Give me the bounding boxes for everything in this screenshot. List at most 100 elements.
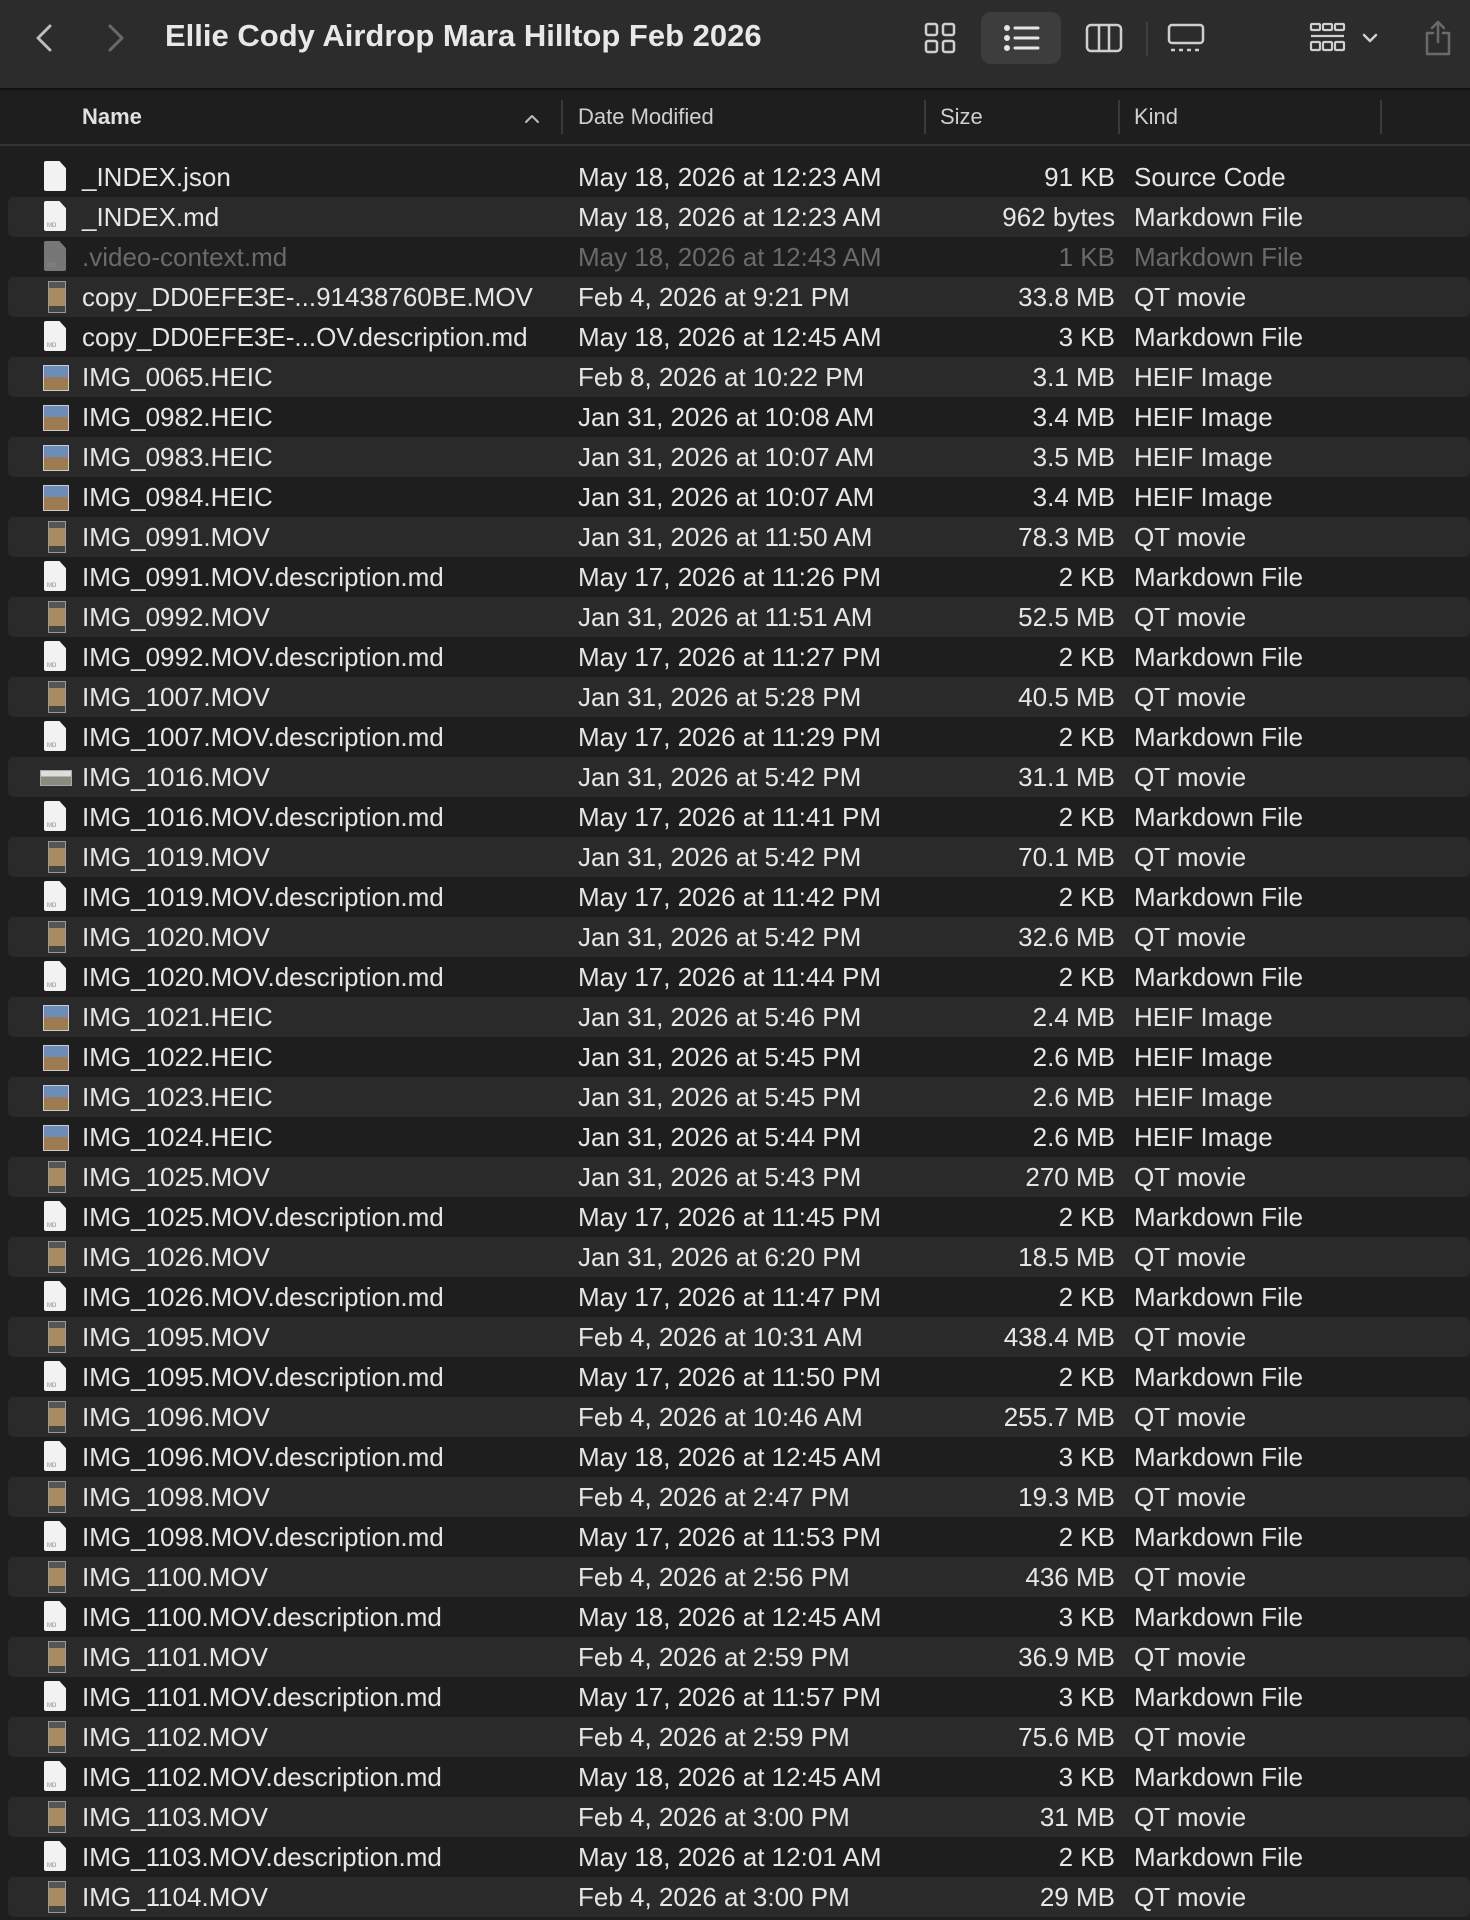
column-divider[interactable] (1118, 100, 1120, 134)
group-icon[interactable] (1306, 0, 1350, 76)
file-size: 270 MB (1025, 1162, 1115, 1192)
column-kind-header[interactable]: Kind (1134, 90, 1178, 144)
file-size: 2 KB (1058, 562, 1115, 592)
file-date-modified: May 17, 2026 at 11:44 PM (578, 962, 882, 992)
column-view-icon[interactable] (1082, 0, 1126, 76)
file-name: IMG_0065.HEIC (82, 362, 273, 392)
file-name: IMG_1025.MOV (82, 1162, 270, 1192)
file-row[interactable]: IMG_1016.MOV Jan 31, 2026 at 5:42 PM 31.1 … (8, 757, 1470, 797)
file-row[interactable]: IMG_1095.MOV Feb 4, 2026 at 10:31 AM 438.4… (8, 1317, 1470, 1357)
column-divider[interactable] (561, 100, 563, 134)
file-row[interactable]: IMG_1007.MOV.description.md May 17, 2026 … (8, 717, 1470, 757)
file-row[interactable]: IMG_1100.MOV.description.md May 18, 2026 … (8, 1597, 1470, 1637)
file-size: 2 KB (1058, 962, 1115, 992)
markdown-icon (44, 1841, 66, 1871)
file-row[interactable]: IMG_1019.MOV.description.md May 17, 2026 … (8, 877, 1470, 917)
file-size: 2.4 MB (1032, 1002, 1115, 1032)
file-row[interactable]: IMG_1007.MOV Jan 31, 2026 at 5:28 PM 40.5 … (8, 677, 1470, 717)
file-kind: HEIF Image (1134, 1122, 1273, 1152)
share-icon[interactable] (1418, 0, 1458, 76)
file-size: 2 KB (1058, 1282, 1115, 1312)
markdown-icon (44, 961, 66, 991)
file-kind: Markdown File (1134, 722, 1304, 752)
file-kind: Markdown File (1134, 1202, 1304, 1232)
file-row[interactable]: IMG_0065.HEIC Feb 8, 2026 at 10:22 PM 3.1 … (8, 357, 1470, 397)
file-kind: Markdown File (1134, 1842, 1304, 1872)
column-divider[interactable] (1380, 100, 1382, 134)
file-row[interactable]: .video-context.md May 18, 2026 at 12:43 A… (8, 237, 1470, 277)
file-kind: QT movie (1134, 922, 1247, 952)
file-name: IMG_1022.HEIC (82, 1042, 273, 1072)
file-row[interactable]: IMG_1095.MOV.description.md May 17, 2026 … (8, 1357, 1470, 1397)
column-size-header[interactable]: Size (940, 90, 983, 144)
file-row[interactable]: IMG_1016.MOV.description.md May 17, 2026 … (8, 797, 1470, 837)
file-row[interactable]: IMG_1021.HEIC Jan 31, 2026 at 5:46 PM 2.4 … (8, 997, 1470, 1037)
file-row[interactable]: IMG_1098.MOV.description.md May 17, 2026 … (8, 1517, 1470, 1557)
file-row[interactable]: IMG_0982.HEIC Jan 31, 2026 at 10:08 AM 3.4… (8, 397, 1470, 437)
window-title: Ellie Cody Airdrop Mara Hilltop Feb 2026 (165, 18, 762, 53)
file-row[interactable]: IMG_0983.HEIC Jan 31, 2026 at 10:07 AM 3.5… (8, 437, 1470, 477)
file-size: 2.6 MB (1032, 1122, 1115, 1152)
video-thumbnail-icon (48, 1801, 66, 1833)
file-row[interactable]: copy_DD0EFE3E-...91438760BE.MOV Feb 4, 20… (8, 277, 1470, 317)
file-kind: Markdown File (1134, 642, 1304, 672)
file-row[interactable]: IMG_1019.MOV Jan 31, 2026 at 5:42 PM 70.1 … (8, 837, 1470, 877)
file-name: IMG_1023.HEIC (82, 1082, 273, 1112)
file-name: IMG_0982.HEIC (82, 402, 273, 432)
file-row[interactable]: IMG_1096.MOV Feb 4, 2026 at 10:46 AM 255.7… (8, 1397, 1470, 1437)
video-thumbnail-icon (48, 1641, 66, 1673)
file-kind: Markdown File (1134, 1602, 1304, 1632)
file-date-modified: Feb 4, 2026 at 10:31 AM (578, 1322, 863, 1352)
file-row[interactable]: IMG_1023.HEIC Jan 31, 2026 at 5:45 PM 2.6 … (8, 1077, 1470, 1117)
file-name: IMG_1007.MOV.description.md (82, 722, 444, 752)
file-row[interactable]: _INDEX.md May 18, 2026 at 12:23 AM 962 byt… (8, 197, 1470, 237)
markdown-icon (44, 1361, 66, 1391)
file-row[interactable]: IMG_0992.MOV Jan 31, 2026 at 11:51 AM 52.5… (8, 597, 1470, 637)
file-row[interactable]: IMG_1102.MOV.description.md May 18, 2026 … (8, 1757, 1470, 1797)
file-row[interactable]: IMG_1104.MOV Feb 4, 2026 at 3:00 PM 29 MB Q… (8, 1877, 1470, 1917)
back-icon[interactable] (22, 0, 66, 76)
file-row[interactable]: IMG_1025.MOV.description.md May 17, 2026 … (8, 1197, 1470, 1237)
file-row[interactable]: copy_DD0EFE3E-...OV.description.md May 18… (8, 317, 1470, 357)
file-row[interactable]: IMG_0991.MOV Jan 31, 2026 at 11:50 AM 78.3… (8, 517, 1470, 557)
file-row[interactable]: IMG_1100.MOV Feb 4, 2026 at 2:56 PM 436 MB… (8, 1557, 1470, 1597)
file-row[interactable]: IMG_1020.MOV.description.md May 17, 2026 … (8, 957, 1470, 997)
file-row[interactable]: IMG_1025.MOV Jan 31, 2026 at 5:43 PM 270 M… (8, 1157, 1470, 1197)
file-row[interactable]: IMG_1096.MOV.description.md May 18, 2026 … (8, 1437, 1470, 1477)
file-size: 91 KB (1044, 162, 1115, 192)
file-size: 32.6 MB (1018, 922, 1115, 952)
file-size: 2 KB (1058, 722, 1115, 752)
file-row[interactable]: _INDEX.json May 18, 2026 at 12:23 AM 91 KB… (8, 157, 1470, 197)
file-size: 436 MB (1025, 1562, 1115, 1592)
file-row[interactable]: IMG_1024.HEIC Jan 31, 2026 at 5:44 PM 2.6 … (8, 1117, 1470, 1157)
gallery-view-icon[interactable] (1164, 0, 1208, 76)
file-row[interactable]: IMG_1022.HEIC Jan 31, 2026 at 5:45 PM 2.6 … (8, 1037, 1470, 1077)
file-row[interactable]: IMG_1103.MOV Feb 4, 2026 at 3:00 PM 31 MB Q… (8, 1797, 1470, 1837)
file-row[interactable]: IMG_1020.MOV Jan 31, 2026 at 5:42 PM 32.6 … (8, 917, 1470, 957)
file-row[interactable]: IMG_1098.MOV Feb 4, 2026 at 2:47 PM 19.3 M… (8, 1477, 1470, 1517)
file-row[interactable]: IMG_0991.MOV.description.md May 17, 2026 … (8, 557, 1470, 597)
chevron-down-icon[interactable] (1356, 0, 1384, 76)
file-row[interactable]: IMG_1103.MOV.description.md May 18, 2026 … (8, 1837, 1470, 1877)
file-size: 2 KB (1058, 1362, 1115, 1392)
file-row[interactable]: IMG_1102.MOV Feb 4, 2026 at 2:59 PM 75.6 M… (8, 1717, 1470, 1757)
file-kind: Markdown File (1134, 1282, 1304, 1312)
column-divider[interactable] (924, 100, 926, 134)
file-name: IMG_1025.MOV.description.md (82, 1202, 444, 1232)
file-row[interactable]: IMG_1101.MOV.description.md May 17, 2026 … (8, 1677, 1470, 1717)
column-name-header[interactable]: Name (82, 90, 142, 144)
file-row[interactable]: IMG_0984.HEIC Jan 31, 2026 at 10:07 AM 3.4… (8, 477, 1470, 517)
file-name: IMG_1101.MOV.description.md (82, 1682, 442, 1712)
file-kind: Markdown File (1134, 1522, 1304, 1552)
sort-ascending-icon[interactable] (524, 90, 540, 144)
file-row[interactable]: IMG_1026.MOV Jan 31, 2026 at 6:20 PM 18.5 … (8, 1237, 1470, 1277)
column-date-header[interactable]: Date Modified (578, 90, 714, 144)
file-row[interactable]: IMG_1101.MOV Feb 4, 2026 at 2:59 PM 36.9 M… (8, 1637, 1470, 1677)
doc-icon (44, 161, 66, 191)
file-size: 2 KB (1058, 1522, 1115, 1552)
file-row[interactable]: IMG_1026.MOV.description.md May 17, 2026 … (8, 1277, 1470, 1317)
icon-view-icon[interactable] (918, 0, 962, 76)
forward-icon[interactable] (94, 0, 138, 76)
file-row[interactable]: IMG_0992.MOV.description.md May 17, 2026 … (8, 637, 1470, 677)
list-view-icon[interactable] (1000, 0, 1044, 76)
